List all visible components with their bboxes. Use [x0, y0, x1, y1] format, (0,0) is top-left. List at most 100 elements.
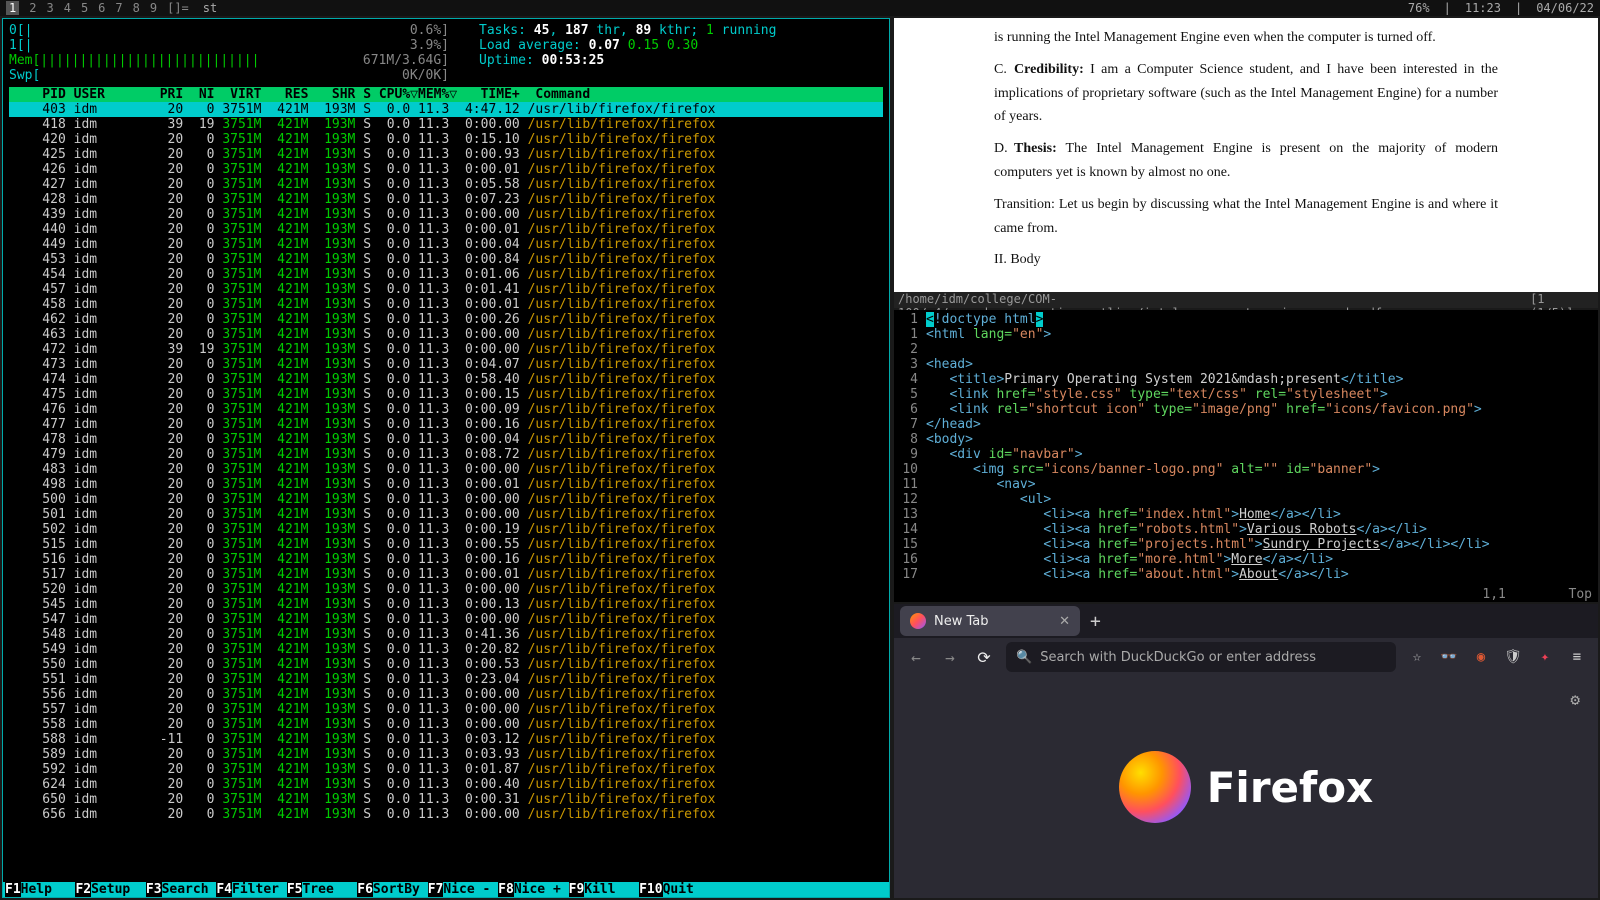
workspace-[]=[interactable]: []= [167, 1, 189, 15]
close-icon[interactable]: ✕ [1059, 614, 1070, 629]
shield-icon[interactable]: 🛡 [1502, 649, 1524, 665]
process-row[interactable]: 439 idm 20 0 3751M 421M 193M S 0.0 11.3 … [9, 207, 883, 222]
process-row[interactable]: 473 idm 20 0 3751M 421M 193M S 0.0 11.3 … [9, 357, 883, 372]
workspace-9[interactable]: 9 [150, 1, 157, 15]
reload-button[interactable]: ⟳ [972, 648, 996, 667]
code-line[interactable]: 3<head> [898, 357, 1594, 372]
process-row[interactable]: 547 idm 20 0 3751M 421M 193M S 0.0 11.3 … [9, 612, 883, 627]
workspace-1[interactable]: 1 [6, 1, 19, 15]
process-row[interactable]: 426 idm 20 0 3751M 421M 193M S 0.0 11.3 … [9, 162, 883, 177]
code-line[interactable]: 8<body> [898, 432, 1594, 447]
process-row[interactable]: 472 idm 39 19 3751M 421M 193M S 0.0 11.3… [9, 342, 883, 357]
gear-icon[interactable]: ⚙ [1570, 690, 1580, 709]
process-row[interactable]: 498 idm 20 0 3751M 421M 193M S 0.0 11.3 … [9, 477, 883, 492]
firefox-glyph-icon [1119, 751, 1191, 823]
process-row[interactable]: 440 idm 20 0 3751M 421M 193M S 0.0 11.3 … [9, 222, 883, 237]
code-line[interactable]: 11 <nav> [898, 477, 1594, 492]
code-line[interactable]: 2 [898, 342, 1594, 357]
extension-icon[interactable]: 👓 [1438, 649, 1460, 665]
vim-pane[interactable]: 1<!doctype html>1<html lang="en">23<head… [894, 310, 1598, 602]
new-tab-button[interactable]: + [1090, 611, 1101, 632]
code-line[interactable]: 1<html lang="en"> [898, 327, 1594, 342]
url-bar[interactable]: 🔍 Search with DuckDuckGo or enter addres… [1006, 642, 1396, 672]
code-line[interactable]: 4 <title>Primary Operating System 2021&m… [898, 372, 1594, 387]
process-row[interactable]: 479 idm 20 0 3751M 421M 193M S 0.0 11.3 … [9, 447, 883, 462]
code-line[interactable]: 9 <div id="navbar"> [898, 447, 1594, 462]
workspace-list[interactable]: 123456789 []= [6, 1, 189, 15]
process-row[interactable]: 420 idm 20 0 3751M 421M 193M S 0.0 11.3 … [9, 132, 883, 147]
process-row[interactable]: 475 idm 20 0 3751M 421M 193M S 0.0 11.3 … [9, 387, 883, 402]
process-row[interactable]: 516 idm 20 0 3751M 421M 193M S 0.0 11.3 … [9, 552, 883, 567]
process-row[interactable]: 501 idm 20 0 3751M 421M 193M S 0.0 11.3 … [9, 507, 883, 522]
workspace-8[interactable]: 8 [133, 1, 140, 15]
workspace-5[interactable]: 5 [81, 1, 88, 15]
workspace-4[interactable]: 4 [64, 1, 71, 15]
workspace-7[interactable]: 7 [115, 1, 122, 15]
process-row[interactable]: 453 idm 20 0 3751M 421M 193M S 0.0 11.3 … [9, 252, 883, 267]
code-line[interactable]: 17 <li><a href="about.html">About</a></l… [898, 567, 1594, 582]
process-row[interactable]: 558 idm 20 0 3751M 421M 193M S 0.0 11.3 … [9, 717, 883, 732]
code-line[interactable]: 14 <li><a href="robots.html">Various Rob… [898, 522, 1594, 537]
pdf-pane[interactable]: is running the Intel Management Engine e… [894, 18, 1598, 308]
process-row[interactable]: 425 idm 20 0 3751M 421M 193M S 0.0 11.3 … [9, 147, 883, 162]
process-row[interactable]: 545 idm 20 0 3751M 421M 193M S 0.0 11.3 … [9, 597, 883, 612]
menu-icon[interactable]: ≡ [1566, 649, 1588, 665]
htop-footer[interactable]: F1Help F2Setup F3Search F4Filter F5Tree … [3, 882, 889, 897]
process-row[interactable]: 548 idm 20 0 3751M 421M 193M S 0.0 11.3 … [9, 627, 883, 642]
process-row[interactable]: 556 idm 20 0 3751M 421M 193M S 0.0 11.3 … [9, 687, 883, 702]
process-row[interactable]: 656 idm 20 0 3751M 421M 193M S 0.0 11.3 … [9, 807, 883, 822]
code-line[interactable]: 15 <li><a href="projects.html">Sundry Pr… [898, 537, 1594, 552]
process-row[interactable]: 478 idm 20 0 3751M 421M 193M S 0.0 11.3 … [9, 432, 883, 447]
process-row[interactable]: 462 idm 20 0 3751M 421M 193M S 0.0 11.3 … [9, 312, 883, 327]
htop-pane[interactable]: 0[|0.6%] 1[|3.9%] Mem[||||||||||||||||||… [2, 18, 890, 898]
process-row[interactable]: 624 idm 20 0 3751M 421M 193M S 0.0 11.3 … [9, 777, 883, 792]
code-line[interactable]: 5 <link href="style.css" type="text/css"… [898, 387, 1594, 402]
back-button[interactable]: ← [904, 648, 928, 667]
process-row[interactable]: 463 idm 20 0 3751M 421M 193M S 0.0 11.3 … [9, 327, 883, 342]
process-row[interactable]: 418 idm 39 19 3751M 421M 193M S 0.0 11.3… [9, 117, 883, 132]
tab-strip[interactable]: New Tab ✕ + [894, 604, 1598, 638]
bookmark-icon[interactable]: ☆ [1406, 649, 1428, 665]
workspace-3[interactable]: 3 [46, 1, 53, 15]
process-row[interactable]: 428 idm 20 0 3751M 421M 193M S 0.0 11.3 … [9, 192, 883, 207]
process-row[interactable]: 588 idm -11 0 3751M 421M 193M S 0.0 11.3… [9, 732, 883, 747]
process-row[interactable]: 449 idm 20 0 3751M 421M 193M S 0.0 11.3 … [9, 237, 883, 252]
process-row[interactable]: 520 idm 20 0 3751M 421M 193M S 0.0 11.3 … [9, 582, 883, 597]
process-row[interactable]: 515 idm 20 0 3751M 421M 193M S 0.0 11.3 … [9, 537, 883, 552]
process-row[interactable]: 517 idm 20 0 3751M 421M 193M S 0.0 11.3 … [9, 567, 883, 582]
process-row[interactable]: 557 idm 20 0 3751M 421M 193M S 0.0 11.3 … [9, 702, 883, 717]
process-row[interactable]: 589 idm 20 0 3751M 421M 193M S 0.0 11.3 … [9, 747, 883, 762]
code-line[interactable]: 13 <li><a href="index.html">Home</a></li… [898, 507, 1594, 522]
ddg-icon[interactable]: ◉ [1470, 649, 1492, 665]
browser-tab[interactable]: New Tab ✕ [900, 606, 1080, 636]
forward-button[interactable]: → [938, 648, 962, 667]
code-line[interactable]: 6 <link rel="shortcut icon" type="image/… [898, 402, 1594, 417]
process-row[interactable]: 550 idm 20 0 3751M 421M 193M S 0.0 11.3 … [9, 657, 883, 672]
firefox-pane[interactable]: New Tab ✕ + ← → ⟳ 🔍 Search with DuckDuck… [894, 604, 1598, 898]
htop-rows[interactable]: 403 idm 20 0 3751M 421M 193M S 0.0 11.3 … [9, 102, 883, 822]
code-line[interactable]: 1<!doctype html> [898, 312, 1594, 327]
workspace-2[interactable]: 2 [29, 1, 36, 15]
process-row[interactable]: 483 idm 20 0 3751M 421M 193M S 0.0 11.3 … [9, 462, 883, 477]
process-row[interactable]: 592 idm 20 0 3751M 421M 193M S 0.0 11.3 … [9, 762, 883, 777]
process-row[interactable]: 476 idm 20 0 3751M 421M 193M S 0.0 11.3 … [9, 402, 883, 417]
process-row[interactable]: 500 idm 20 0 3751M 421M 193M S 0.0 11.3 … [9, 492, 883, 507]
code-line[interactable]: 16 <li><a href="more.html">More</a></li> [898, 552, 1594, 567]
process-row[interactable]: 551 idm 20 0 3751M 421M 193M S 0.0 11.3 … [9, 672, 883, 687]
process-row[interactable]: 477 idm 20 0 3751M 421M 193M S 0.0 11.3 … [9, 417, 883, 432]
code-line[interactable]: 7</head> [898, 417, 1594, 432]
process-row[interactable]: 502 idm 20 0 3751M 421M 193M S 0.0 11.3 … [9, 522, 883, 537]
process-row[interactable]: 549 idm 20 0 3751M 421M 193M S 0.0 11.3 … [9, 642, 883, 657]
code-line[interactable]: 10 <img src="icons/banner-logo.png" alt=… [898, 462, 1594, 477]
process-row[interactable]: 458 idm 20 0 3751M 421M 193M S 0.0 11.3 … [9, 297, 883, 312]
process-row[interactable]: 454 idm 20 0 3751M 421M 193M S 0.0 11.3 … [9, 267, 883, 282]
code-line[interactable]: 12 <ul> [898, 492, 1594, 507]
workspace-6[interactable]: 6 [98, 1, 105, 15]
htop-header[interactable]: PID USER PRI NI VIRT RES SHR S CPU%▽MEM%… [9, 87, 883, 102]
pocket-icon[interactable]: ✦ [1534, 649, 1556, 665]
process-row[interactable]: 427 idm 20 0 3751M 421M 193M S 0.0 11.3 … [9, 177, 883, 192]
process-row[interactable]: 457 idm 20 0 3751M 421M 193M S 0.0 11.3 … [9, 282, 883, 297]
process-row[interactable]: 474 idm 20 0 3751M 421M 193M S 0.0 11.3 … [9, 372, 883, 387]
process-row[interactable]: 650 idm 20 0 3751M 421M 193M S 0.0 11.3 … [9, 792, 883, 807]
process-row[interactable]: 403 idm 20 0 3751M 421M 193M S 0.0 11.3 … [9, 102, 883, 117]
